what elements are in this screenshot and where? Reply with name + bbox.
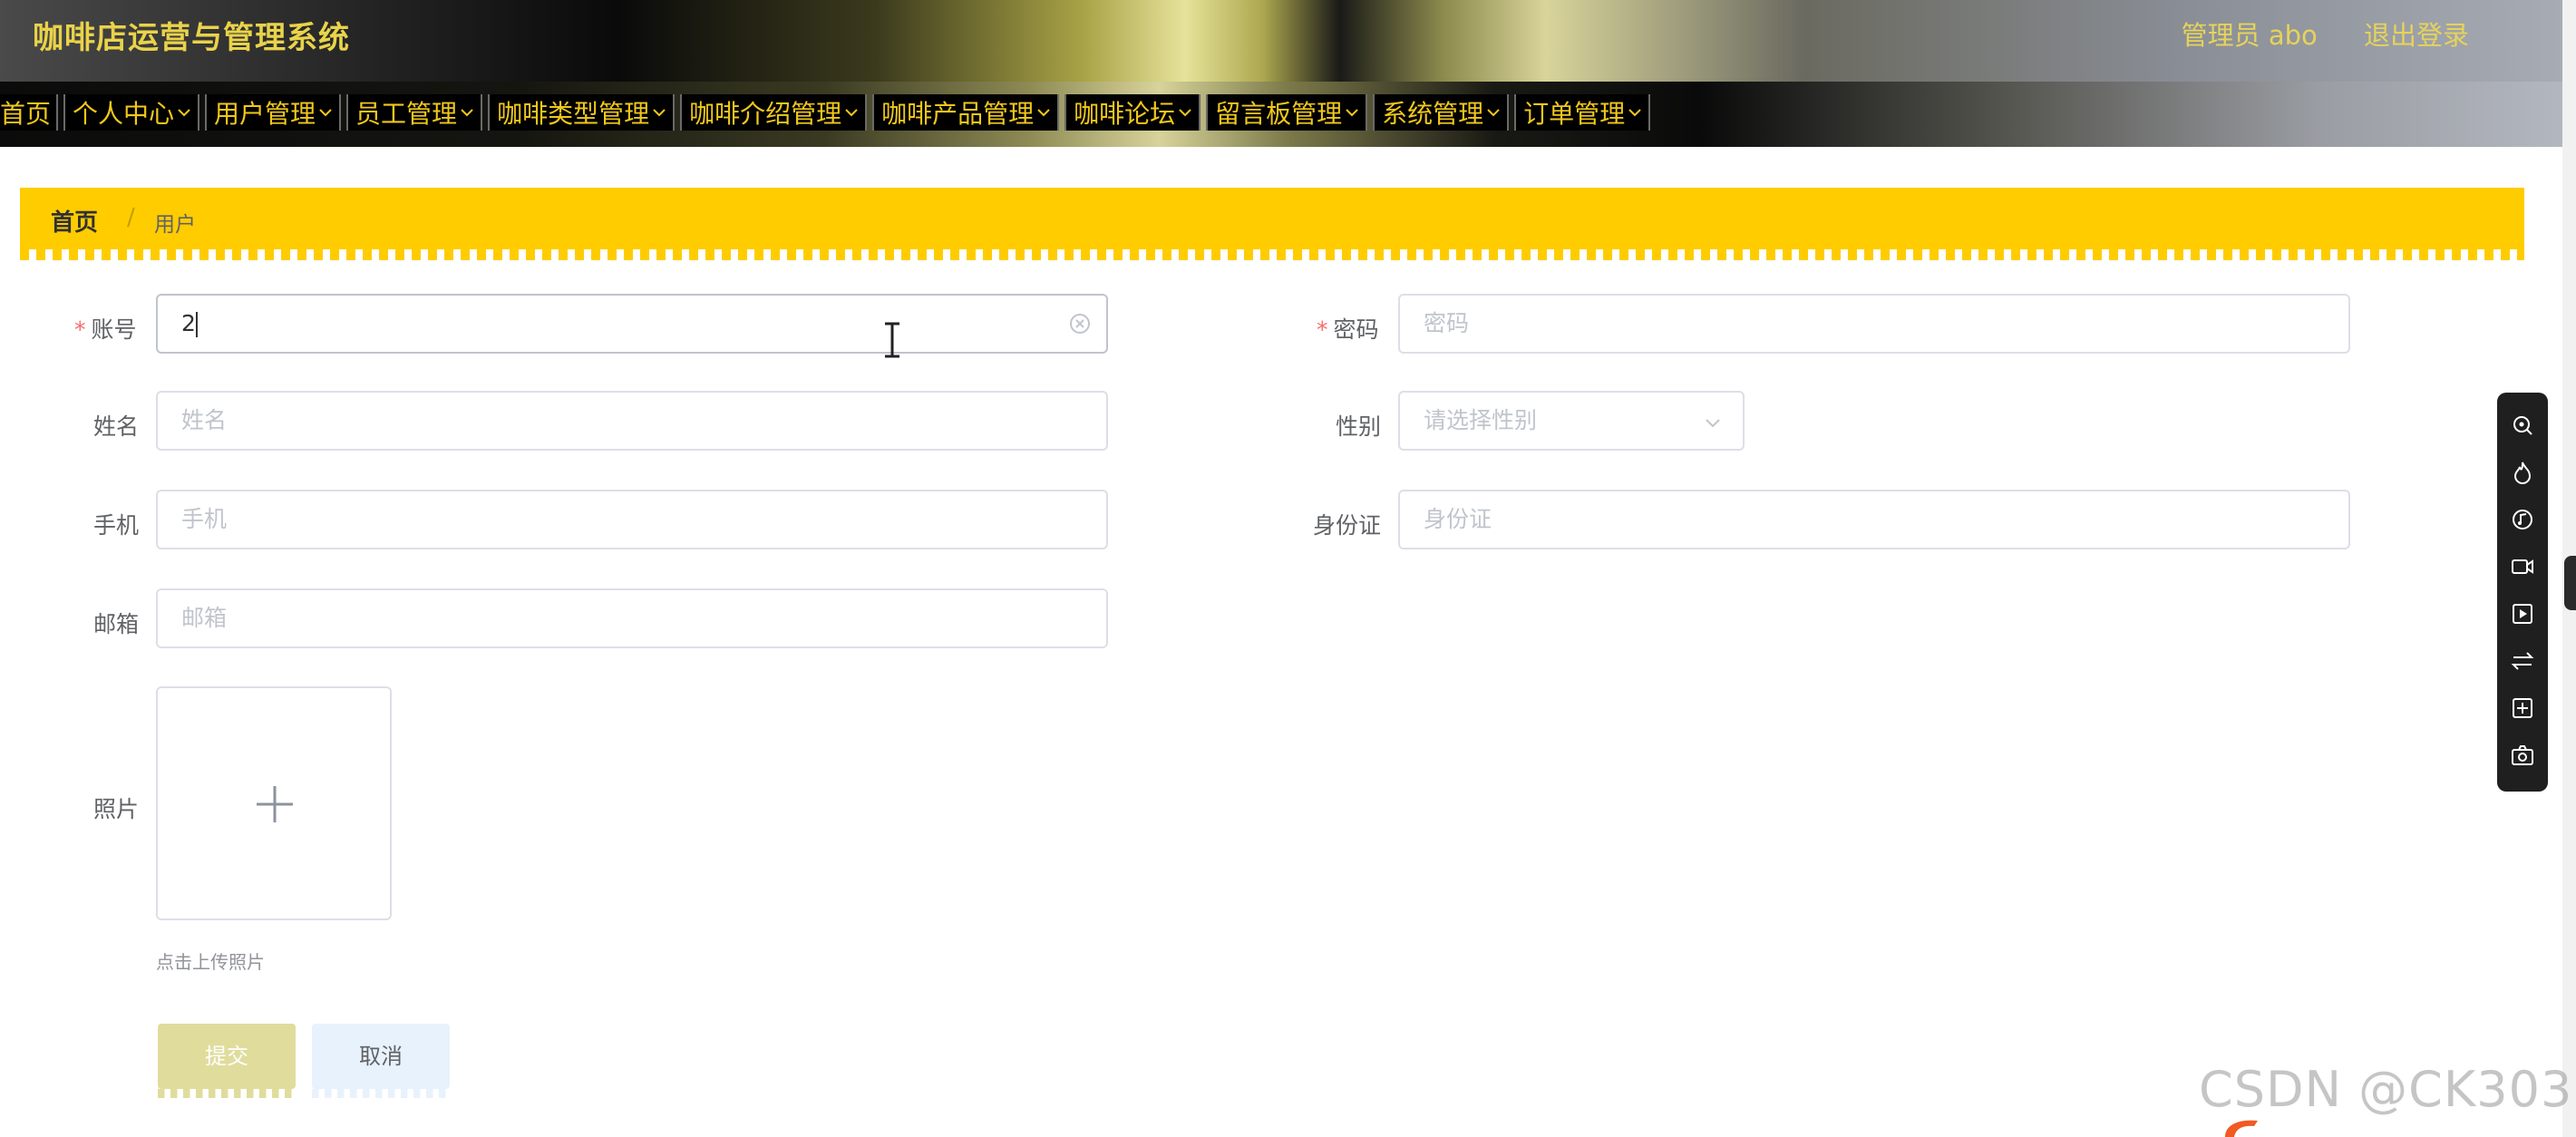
chevron-down-icon [1037, 109, 1050, 117]
name-placeholder: 姓名 [181, 407, 228, 433]
photo-label: 照片 [93, 796, 140, 822]
nav-item-label: 员工管理 [355, 99, 458, 129]
nav-item[interactable]: 咖啡类型管理 [488, 94, 676, 131]
gender-label: 性别 [1336, 413, 1382, 440]
chevron-down-icon [1346, 109, 1358, 117]
breadcrumb: 首页 / 用户 [20, 188, 2524, 260]
music-icon[interactable] [2510, 507, 2535, 532]
chevron-down-icon [1179, 109, 1191, 117]
password-input[interactable]: 密码 [1398, 294, 2350, 354]
name-label: 姓名 [93, 413, 140, 440]
phone-input[interactable]: 手机 [156, 490, 1108, 549]
gender-placeholder: 请选择性别 [1424, 407, 1538, 433]
hot-icon[interactable] [2510, 460, 2535, 485]
nav-item[interactable]: 员工管理 [346, 94, 483, 131]
nav-item[interactable]: 个人中心 [63, 94, 200, 131]
account-label: * 账号 [74, 312, 137, 345]
password-placeholder: 密码 [1424, 310, 1470, 336]
nav-item[interactable]: 订单管理 [1514, 94, 1651, 131]
nav-item[interactable]: 首页 [0, 94, 59, 131]
chevron-down-icon [1628, 109, 1641, 117]
nav-item-label: 咖啡介绍管理 [689, 99, 842, 129]
nav-item-label: 咖啡产品管理 [881, 99, 1035, 129]
idcard-label: 身份证 [1313, 512, 1382, 539]
email-input[interactable]: 邮箱 [156, 588, 1108, 648]
account-label-text: 账号 [91, 316, 137, 343]
csdn-logo-icon [2225, 1120, 2258, 1137]
chevron-down-icon [1487, 109, 1500, 117]
nav-item-label: 首页 [0, 99, 52, 129]
side-toolbar [2497, 393, 2548, 792]
current-user: 管理员 abo [2181, 20, 2318, 51]
gender-select[interactable]: 请选择性别 [1398, 391, 1745, 451]
chevron-down-icon [178, 109, 190, 117]
account-input[interactable]: 2 [156, 294, 1108, 354]
nav-item-label: 咖啡论坛 [1074, 99, 1176, 129]
upload-tip: 点击上传照片 [156, 951, 265, 973]
chevron-down-icon [461, 109, 473, 117]
nav-menu: 首页 个人中心 用户管理 员工管理 咖啡类型管理 咖啡介绍管理 咖啡产品管理 咖啡论坛 留言板管… [0, 94, 1656, 131]
play-icon[interactable] [2510, 601, 2535, 627]
required-mark: * [1317, 316, 1328, 343]
switch-icon[interactable] [2510, 648, 2535, 674]
chevron-down-icon [845, 109, 858, 117]
password-label-text: 密码 [1333, 316, 1379, 343]
chevron-down-icon [1706, 419, 1720, 428]
nav-item-label: 留言板管理 [1215, 99, 1343, 129]
nav-item[interactable]: 咖啡论坛 [1064, 94, 1201, 131]
nav-item-label: 订单管理 [1523, 99, 1626, 129]
clear-icon[interactable] [1068, 312, 1092, 335]
camera-icon[interactable] [2510, 743, 2535, 768]
nav-item[interactable]: 咖啡产品管理 [872, 94, 1060, 131]
watermark: CSDN @CK3037 [2199, 1061, 2576, 1118]
breadcrumb-current: 用户 [154, 213, 196, 237]
nav-item-label: 咖啡类型管理 [497, 99, 650, 129]
side-panel-tab[interactable] [2564, 556, 2576, 610]
cancel-button[interactable]: 取消 [312, 1024, 450, 1098]
nav-item-label: 个人中心 [73, 99, 175, 129]
submit-button[interactable]: 提交 [158, 1024, 296, 1098]
chevron-down-icon [319, 109, 332, 117]
top-header: 咖啡店运营与管理系统 管理员 abo 退出登录 [0, 0, 2576, 82]
breadcrumb-home[interactable]: 首页 [51, 204, 98, 238]
chevron-down-icon [653, 109, 666, 117]
email-placeholder: 邮箱 [181, 605, 228, 631]
photo-upload[interactable] [156, 686, 392, 920]
expand-icon[interactable] [2510, 695, 2535, 721]
logout-link[interactable]: 退出登录 [2364, 20, 2469, 51]
email-label: 邮箱 [93, 611, 140, 637]
video-record-icon[interactable] [2510, 554, 2535, 579]
nav-item[interactable]: 留言板管理 [1206, 94, 1368, 131]
user-info: 管理员 abo 退出登录 [2143, 15, 2469, 53]
nav-item[interactable]: 用户管理 [205, 94, 342, 131]
text-caret [195, 312, 198, 337]
search-settings-icon[interactable] [2510, 413, 2535, 438]
account-value: 2 [181, 310, 196, 336]
idcard-placeholder: 身份证 [1424, 506, 1492, 532]
plus-icon [257, 786, 293, 822]
nav-item-label: 系统管理 [1382, 99, 1484, 129]
breadcrumb-separator: / [127, 204, 135, 231]
app-title: 咖啡店运营与管理系统 [33, 20, 350, 56]
nav-item[interactable]: 咖啡介绍管理 [680, 94, 868, 131]
nav-item[interactable]: 系统管理 [1373, 94, 1510, 131]
name-input[interactable]: 姓名 [156, 391, 1108, 451]
nav-item-label: 用户管理 [214, 99, 316, 129]
phone-label: 手机 [93, 512, 140, 539]
idcard-input[interactable]: 身份证 [1398, 490, 2350, 549]
text-cursor-icon [885, 322, 899, 358]
required-mark: * [74, 316, 86, 343]
password-label: * 密码 [1317, 312, 1379, 345]
main-nav: 首页 个人中心 用户管理 员工管理 咖啡类型管理 咖啡介绍管理 咖啡产品管理 咖啡论坛 留言板管… [0, 82, 2576, 147]
phone-placeholder: 手机 [181, 506, 228, 532]
